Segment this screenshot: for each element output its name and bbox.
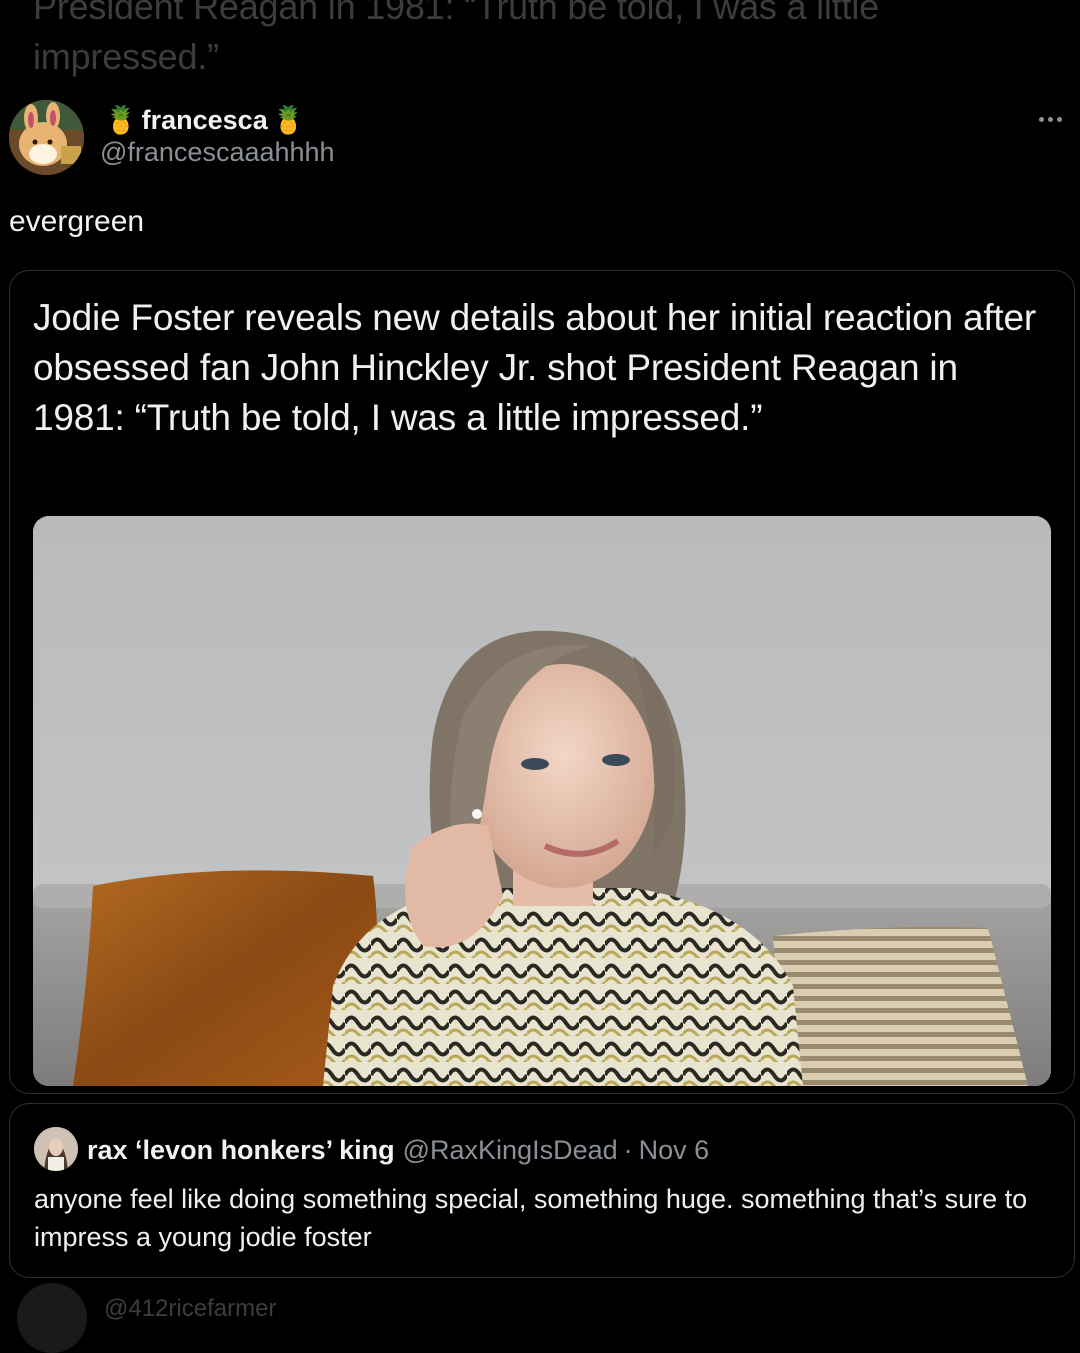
media-headline: Jodie Foster reveals new details about h… <box>33 297 1036 438</box>
quoted-date[interactable]: Nov 6 <box>639 1135 710 1166</box>
tweet-text: evergreen <box>9 205 145 238</box>
previous-tweet-fade: President Reagan in 1981: “Truth be told… <box>33 0 879 77</box>
media-card[interactable]: Jodie Foster reveals new details about h… <box>9 270 1075 1094</box>
quoted-avatar-image <box>34 1127 78 1171</box>
author-name[interactable]: francesca <box>142 105 268 136</box>
quoted-author-handle[interactable]: @RaxKingIsDead <box>403 1135 618 1166</box>
media-photo[interactable] <box>33 516 1051 1086</box>
quoted-author-name[interactable]: rax ‘levon honkers’ king <box>87 1135 395 1166</box>
quoted-tweet-card[interactable]: rax ‘levon honkers’ king @RaxKingIsDead … <box>9 1103 1075 1278</box>
author-name-row[interactable]: 🍍 francesca 🍍 <box>104 100 305 140</box>
pineapple-icon: 🍍 <box>104 105 138 135</box>
quoted-tweet-header: rax ‘levon honkers’ king @RaxKingIsDead … <box>87 1130 709 1170</box>
quoted-tweet-text: anyone feel like doing something special… <box>34 1184 1028 1252</box>
quoted-author-avatar[interactable] <box>34 1127 78 1171</box>
next-tweet-handle: @412ricefarmer <box>104 1295 277 1322</box>
avatar-image <box>9 100 84 175</box>
photo-illustration <box>33 516 1051 1086</box>
quoted-separator: · <box>623 1134 633 1165</box>
next-tweet-avatar <box>17 1283 87 1353</box>
pineapple-icon: 🍍 <box>271 105 306 135</box>
author-handle[interactable]: @francescaaahhhh <box>100 137 335 168</box>
more-horizontal-icon[interactable] <box>1032 107 1068 131</box>
author-avatar[interactable] <box>9 100 84 175</box>
